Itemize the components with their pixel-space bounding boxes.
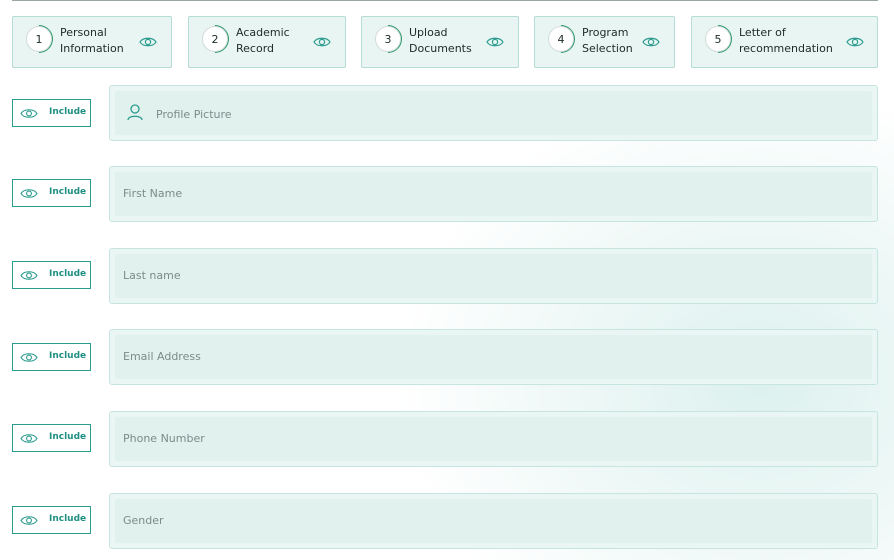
- user-icon: [127, 104, 143, 121]
- field-row-email-address: Include Email Address: [12, 329, 878, 385]
- email-address-field[interactable]: Email Address: [109, 329, 878, 385]
- step-tabs: 1 Personal Information 2 Academic Record…: [12, 16, 878, 68]
- step-personal-information[interactable]: 1 Personal Information: [12, 16, 172, 68]
- include-label: Include: [49, 351, 87, 361]
- field-placeholder: Last name: [123, 269, 181, 282]
- eye-icon[interactable]: [313, 35, 331, 49]
- field-inner: [115, 172, 872, 216]
- step-program-selection[interactable]: 4 Program Selection: [534, 16, 675, 68]
- field-row-phone-number: Include Phone Number: [12, 411, 878, 467]
- top-divider: [12, 0, 878, 1]
- step-academic-record[interactable]: 2 Academic Record: [188, 16, 346, 68]
- field-placeholder: Phone Number: [123, 432, 205, 445]
- field-row-profile-picture: Include Profile Picture: [12, 85, 878, 141]
- phone-number-field[interactable]: Phone Number: [109, 411, 878, 467]
- eye-icon[interactable]: [642, 35, 660, 49]
- eye-icon: [20, 353, 38, 362]
- step-number: 2: [202, 26, 228, 52]
- step-label: Academic Record: [236, 26, 290, 55]
- include-toggle-button[interactable]: Include: [12, 424, 91, 452]
- first-name-field[interactable]: First Name: [109, 166, 878, 222]
- include-label: Include: [49, 432, 87, 442]
- step-label: Letter of recommendation: [739, 26, 833, 55]
- eye-icon: [20, 434, 38, 443]
- field-placeholder: Gender: [123, 514, 164, 527]
- include-label: Include: [49, 107, 87, 117]
- eye-icon: [20, 516, 38, 525]
- step-number: 3: [375, 26, 401, 52]
- field-inner: [115, 499, 872, 543]
- eye-icon[interactable]: [139, 35, 157, 49]
- field-inner: [115, 254, 872, 298]
- include-toggle-button[interactable]: Include: [12, 261, 91, 289]
- step-upload-documents[interactable]: 3 Upload Documents: [361, 16, 519, 68]
- gender-field[interactable]: Gender: [109, 493, 878, 549]
- field-placeholder: Email Address: [123, 350, 201, 363]
- eye-icon: [20, 271, 38, 280]
- eye-icon[interactable]: [486, 35, 504, 49]
- eye-icon[interactable]: [846, 35, 864, 49]
- step-number: 1: [26, 26, 52, 52]
- step-letter-of-recommendation[interactable]: 5 Letter of recommendation: [691, 16, 878, 68]
- field-row-gender: Include Gender: [12, 493, 878, 549]
- include-toggle-button[interactable]: Include: [12, 99, 91, 127]
- step-number: 4: [548, 26, 574, 52]
- field-row-first-name: Include First Name: [12, 166, 878, 222]
- include-toggle-button[interactable]: Include: [12, 506, 91, 534]
- profile-picture-upload[interactable]: Profile Picture: [109, 85, 878, 141]
- field-placeholder: Profile Picture: [156, 108, 232, 121]
- include-label: Include: [49, 514, 87, 524]
- step-label: Program Selection: [582, 26, 633, 55]
- field-inner: [115, 417, 872, 461]
- include-label: Include: [49, 187, 87, 197]
- step-label: Personal Information: [60, 26, 124, 55]
- last-name-field[interactable]: Last name: [109, 248, 878, 304]
- step-label: Upload Documents: [409, 26, 472, 55]
- include-toggle-button[interactable]: Include: [12, 343, 91, 371]
- field-row-last-name: Include Last name: [12, 248, 878, 304]
- step-number: 5: [705, 26, 731, 52]
- include-label: Include: [49, 269, 87, 279]
- include-toggle-button[interactable]: Include: [12, 179, 91, 207]
- field-placeholder: First Name: [123, 187, 183, 200]
- field-inner: [115, 335, 872, 379]
- eye-icon: [20, 109, 38, 118]
- eye-icon: [20, 189, 38, 198]
